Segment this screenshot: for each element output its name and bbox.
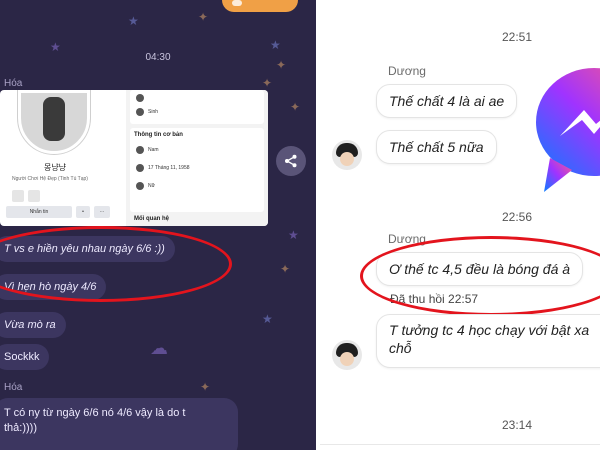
sparkle-decoration-icon: ✦ <box>198 10 209 24</box>
blob-decoration-icon: ☁ <box>150 338 168 358</box>
message-bubble[interactable]: Vừa mò ra <box>0 312 66 338</box>
info-icon <box>136 94 144 102</box>
message-line: T tưởng tc 4 học chạy với bật xa <box>389 322 590 338</box>
chat-timestamp: 04:30 <box>145 52 171 63</box>
messenger-logo-icon <box>536 68 600 192</box>
section-title: Mối quan hệ <box>134 216 169 222</box>
message-bubble[interactable]: Thế chất 5 nữa <box>376 130 497 164</box>
detail-label: Sinh <box>148 109 159 115</box>
contact-avatar[interactable] <box>332 140 362 170</box>
share-button[interactable] <box>276 146 306 176</box>
chat-timestamp: 22:51 <box>502 30 533 44</box>
detail-row: 17 Tháng 11, 1958 <box>148 165 190 171</box>
basic-info-section: Thông tin cơ bản Nam 17 Tháng 11, 1958 N… <box>130 128 264 212</box>
share-icon <box>285 154 297 168</box>
sender-name: Hóa <box>4 382 23 393</box>
left-chat-panel: ★ ★ ★ ✦ ✦ ✦ ✦ ★ ✦ ★ ☁ ✦ ★ 04:30 Hóa 몽냥냥 … <box>0 0 316 450</box>
people-icon <box>136 108 144 116</box>
star-decoration-icon: ★ <box>270 38 281 52</box>
chat-timestamp: 22:56 <box>502 210 533 224</box>
profile-name: 몽냥냥 <box>43 163 67 172</box>
sparkle-decoration-icon: ✦ <box>262 76 273 90</box>
gender-icon <box>136 146 144 154</box>
star-decoration-icon: ★ <box>262 312 273 326</box>
sparkle-decoration-icon: ✦ <box>290 100 301 114</box>
sender-name: Hóa <box>4 78 23 89</box>
shared-profile-card[interactable]: 몽냥냥 Người Chơi Hệ Đẹp (Tinh Tú Tạp) Nhắn… <box>0 90 268 226</box>
more-options-button[interactable]: • <box>76 206 90 218</box>
message-line: chỗ <box>389 340 412 356</box>
message-line: T có ny từ ngày 6/6 nó 4/6 vậy là do t <box>4 407 186 419</box>
message-bubble[interactable]: T tưởng tc 4 học chạy với bật xa chỗ <box>376 314 600 368</box>
language-icon <box>136 182 144 190</box>
profile-details: Sinh Thông tin cơ bản Nam 17 Tháng 11, 1… <box>126 90 268 226</box>
profile-section-top: Sinh <box>130 90 264 124</box>
ellipsis-button[interactable]: ··· <box>94 206 110 218</box>
message-bubble[interactable]: T có ny từ ngày 6/6 nó 4/6 vậy là do t t… <box>0 398 238 450</box>
star-decoration-icon: ★ <box>128 14 139 28</box>
sparkle-decoration-icon: ✦ <box>200 380 211 394</box>
sender-name: Dương <box>388 64 426 78</box>
profile-summary: 몽냥냥 Người Chơi Hệ Đẹp (Tinh Tú Tạp) Nhắn… <box>0 90 122 226</box>
section-title: Thông tin cơ bản <box>134 132 183 138</box>
highlight-annotation <box>0 226 232 302</box>
badge-icon <box>12 190 24 202</box>
message-line: thả:)))) <box>4 422 37 434</box>
star-decoration-icon: ★ <box>288 228 299 242</box>
birthday-icon <box>136 164 144 172</box>
bottom-divider <box>320 444 600 445</box>
message-button[interactable]: Nhắn tin <box>6 206 72 218</box>
profile-subtitle: Người Chơi Hệ Đẹp (Tinh Tú Tạp) <box>12 176 88 182</box>
profile-photo <box>18 90 90 154</box>
profile-icon-row <box>12 190 40 202</box>
message-bubble[interactable]: Sockkk <box>0 344 50 370</box>
message-bubble[interactable]: Thế chất 4 là ai ae <box>376 84 518 118</box>
badge-icon <box>28 190 40 202</box>
top-action-pill[interactable] <box>222 0 298 12</box>
detail-row: Nam <box>148 147 159 153</box>
right-chat-panel: 22:51 Dương Thế chất 4 là ai ae Thế chất… <box>320 0 600 450</box>
contact-avatar[interactable] <box>332 340 362 370</box>
detail-row: Nữ <box>148 183 155 189</box>
sparkle-decoration-icon: ✦ <box>280 262 291 276</box>
chat-timestamp: 23:14 <box>502 418 533 432</box>
